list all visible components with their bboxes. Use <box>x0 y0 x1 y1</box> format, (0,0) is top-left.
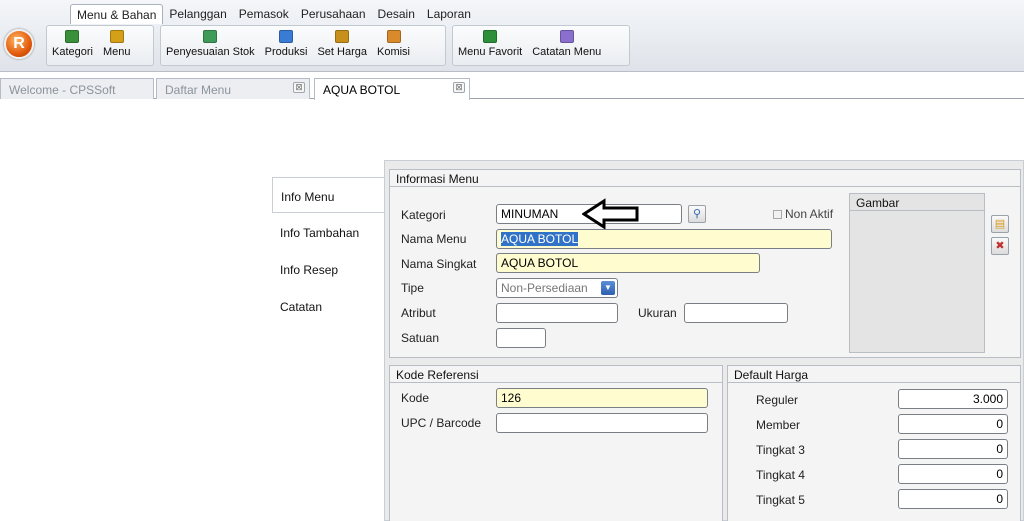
doc-tab-aqua-botol-label: AQUA BOTOL <box>323 83 401 97</box>
nav-info-tambahan[interactable]: Info Tambahan <box>272 214 384 250</box>
upc-barcode-label: UPC / Barcode <box>401 416 482 430</box>
non-aktif-checkbox[interactable] <box>773 210 782 219</box>
default-harga-group: Default Harga Reguler Member Tingkat 3 T… <box>727 365 1021 521</box>
ukuran-input[interactable] <box>684 303 788 323</box>
komisi-label: Komisi <box>377 46 411 58</box>
close-icon[interactable]: ⊠ <box>453 82 465 93</box>
search-icon: ⚲ <box>692 208 702 220</box>
main-panel: Informasi Menu Kategori ⚲ Non Aktif Nama… <box>384 160 1024 521</box>
nav-info-resep[interactable]: Info Resep <box>272 251 384 287</box>
open-image-button[interactable]: ▤ <box>991 215 1009 233</box>
informasi-menu-group: Informasi Menu Kategori ⚲ Non Aktif Nama… <box>389 169 1021 358</box>
menu-book-icon <box>109 30 124 43</box>
set-harga-label: Set Harga <box>317 46 367 58</box>
kode-label: Kode <box>401 391 430 405</box>
informasi-menu-title: Informasi Menu <box>390 170 1020 187</box>
note-icon <box>559 30 574 43</box>
ribbon-group-master: Kategori Menu <box>46 25 154 66</box>
satuan-input[interactable] <box>496 328 546 348</box>
nav-info-menu[interactable]: Info Menu <box>272 177 384 213</box>
produksi-button[interactable]: Produksi <box>260 26 313 65</box>
production-icon <box>279 30 294 43</box>
nama-menu-value: AQUA BOTOL <box>501 232 579 246</box>
tipe-select[interactable]: Non-Persediaan ▼ <box>496 278 618 298</box>
catatan-menu-label: Catatan Menu <box>532 46 602 58</box>
doc-tab-welcome-label: Welcome - CPSSoft <box>9 83 116 97</box>
tab-menu-bahan[interactable]: Menu & Bahan <box>70 4 164 24</box>
tab-desain[interactable]: Desain <box>372 4 421 24</box>
harga-tingkat-3-label: Tingkat 3 <box>756 443 805 457</box>
harga-reguler-input[interactable] <box>898 389 1008 409</box>
harga-tingkat-4-label: Tingkat 4 <box>756 468 805 482</box>
produksi-label: Produksi <box>264 46 308 58</box>
menu-button-label: Menu <box>102 46 131 58</box>
kategori-lookup-button[interactable]: ⚲ <box>688 205 706 223</box>
kode-input[interactable] <box>496 388 708 408</box>
ribbon-group-favorites: Menu Favorit Catatan Menu <box>452 25 630 66</box>
kode-referensi-group: Kode Referensi Kode UPC / Barcode <box>389 365 723 521</box>
doc-tab-aqua-botol[interactable]: AQUA BOTOL ⊠ <box>314 78 470 100</box>
commission-icon <box>386 30 401 43</box>
upc-barcode-input[interactable] <box>496 413 708 433</box>
harga-reguler-label: Reguler <box>756 393 799 407</box>
penyesuaian-stok-button[interactable]: Penyesuaian Stok <box>161 26 260 65</box>
ribbon-tabs: Menu & Bahan Pelanggan Pemasok Perusahaa… <box>70 4 477 24</box>
chevron-down-icon[interactable]: ▼ <box>601 281 615 295</box>
harga-tingkat-3-input[interactable] <box>898 439 1008 459</box>
harga-tingkat-5-input[interactable] <box>898 489 1008 509</box>
kategori-button[interactable]: Kategori <box>47 26 98 65</box>
price-tag-icon <box>335 30 350 43</box>
nav-catatan[interactable]: Catatan <box>272 288 384 324</box>
ribbon-group-stock: Penyesuaian Stok Produksi Set Harga Komi… <box>160 25 446 66</box>
tab-perusahaan[interactable]: Perusahaan <box>295 4 372 24</box>
tab-laporan[interactable]: Laporan <box>421 4 477 24</box>
delete-image-button[interactable]: ✖ <box>991 237 1009 255</box>
nama-menu-label: Nama Menu <box>401 232 467 246</box>
tipe-value: Non-Persediaan <box>501 281 588 295</box>
stock-adjust-icon <box>203 30 218 43</box>
harga-member-input[interactable] <box>898 414 1008 434</box>
gambar-title: Gambar <box>850 194 984 211</box>
category-icon <box>65 30 80 43</box>
nama-menu-input[interactable]: AQUA BOTOL <box>496 229 832 249</box>
gambar-group: Gambar <box>849 193 985 353</box>
menu-favorit-label: Menu Favorit <box>458 46 523 58</box>
default-harga-title: Default Harga <box>728 366 1020 383</box>
tab-pemasok[interactable]: Pemasok <box>233 4 295 24</box>
doc-tab-daftar-menu-label: Daftar Menu <box>165 83 232 97</box>
favorite-menu-icon <box>483 30 498 43</box>
satuan-label: Satuan <box>401 331 440 345</box>
arrow-pointer-icon <box>582 198 639 230</box>
atribut-label: Atribut <box>401 306 436 320</box>
kategori-label: Kategori <box>401 208 446 222</box>
ukuran-label: Ukuran <box>638 306 677 320</box>
nama-singkat-input[interactable] <box>496 253 760 273</box>
harga-tingkat-5-label: Tingkat 5 <box>756 493 805 507</box>
kode-referensi-title: Kode Referensi <box>390 366 722 383</box>
tipe-label: Tipe <box>401 281 424 295</box>
harga-member-label: Member <box>756 418 801 432</box>
penyesuaian-stok-label: Penyesuaian Stok <box>166 46 255 58</box>
set-harga-button[interactable]: Set Harga <box>312 26 372 65</box>
kategori-button-label: Kategori <box>52 46 93 58</box>
nama-singkat-label: Nama Singkat <box>401 257 477 271</box>
menu-button[interactable]: Menu <box>98 26 136 65</box>
harga-tingkat-4-input[interactable] <box>898 464 1008 484</box>
non-aktif-label: Non Aktif <box>785 207 834 221</box>
atribut-input[interactable] <box>496 303 618 323</box>
folder-open-icon: ▤ <box>994 218 1006 230</box>
catatan-menu-button[interactable]: Catatan Menu <box>527 26 606 65</box>
delete-image-icon: ✖ <box>995 240 1005 252</box>
close-icon[interactable]: ⊠ <box>293 82 305 93</box>
app-logo-button[interactable]: R <box>4 29 34 59</box>
komisi-button[interactable]: Komisi <box>372 26 415 65</box>
doc-tab-daftar-menu[interactable]: Daftar Menu ⊠ <box>156 78 310 99</box>
ribbon: Menu & Bahan Pelanggan Pemasok Perusahaa… <box>0 0 1024 72</box>
doc-tab-welcome[interactable]: Welcome - CPSSoft <box>0 78 154 99</box>
menu-favorit-button[interactable]: Menu Favorit <box>453 26 527 65</box>
tab-pelanggan[interactable]: Pelanggan <box>163 4 232 24</box>
document-tabs: Welcome - CPSSoft Daftar Menu ⊠ AQUA BOT… <box>0 78 1024 100</box>
